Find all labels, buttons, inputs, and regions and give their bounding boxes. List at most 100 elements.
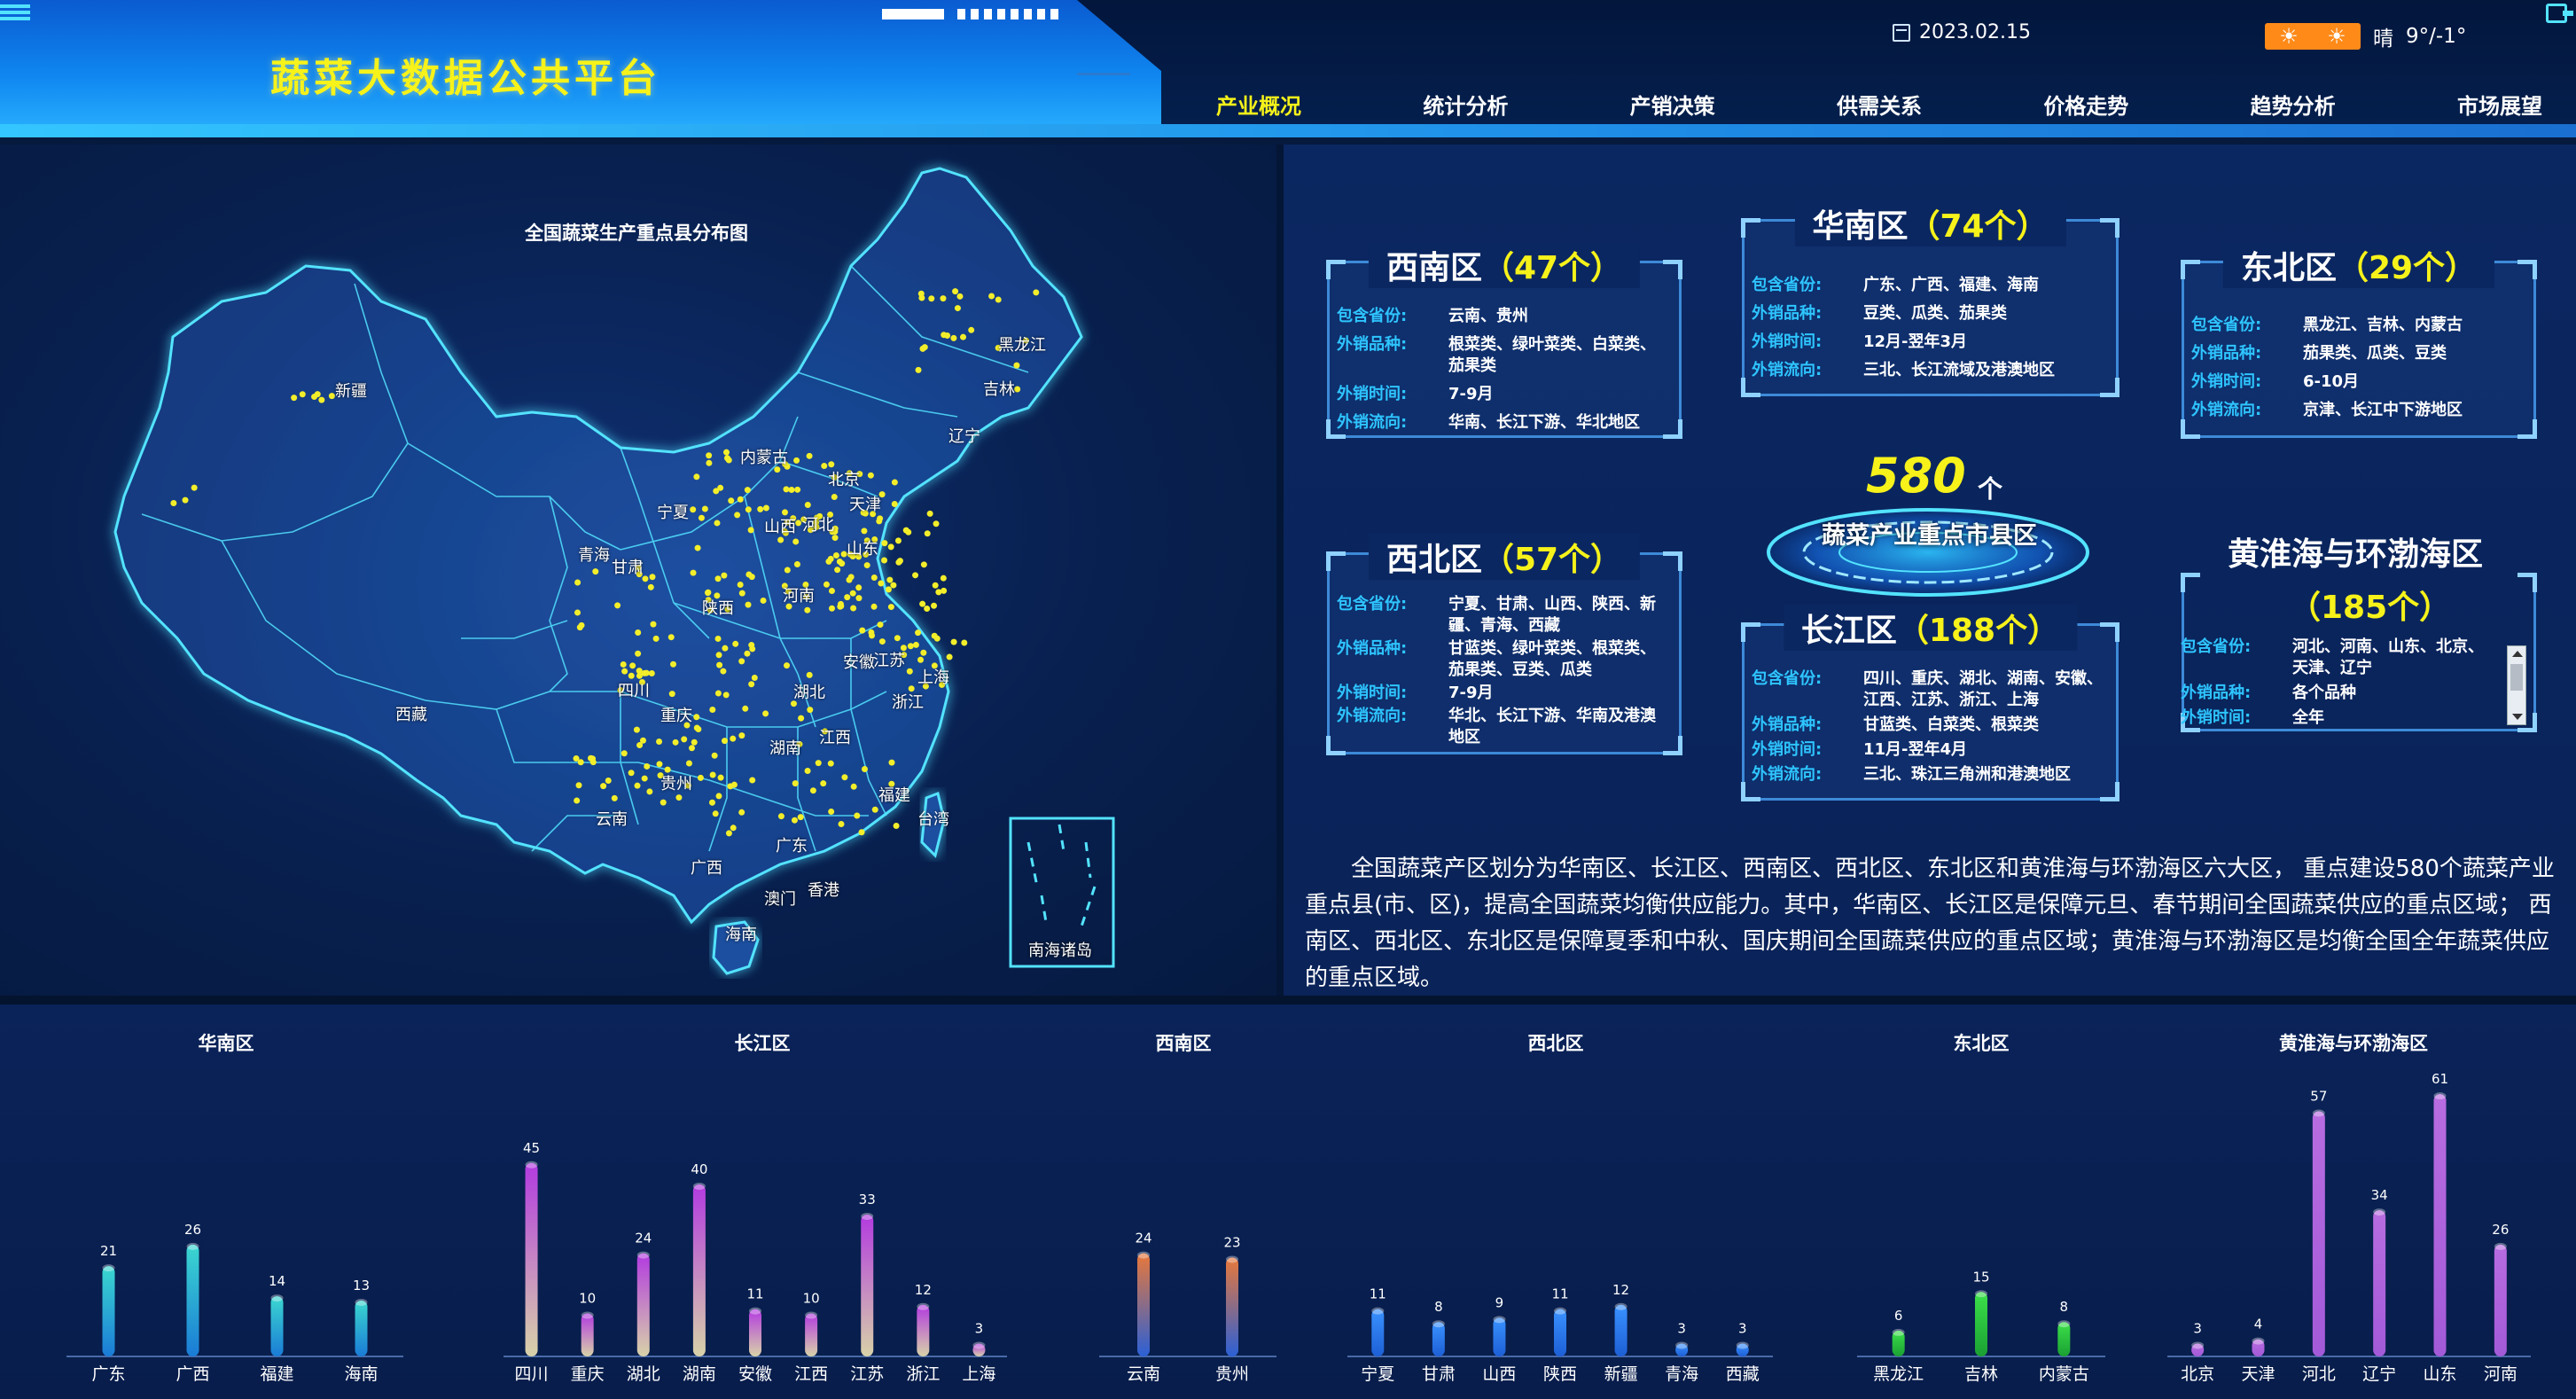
- chart-title: 东北区: [1954, 1033, 2010, 1054]
- chart-bar[interactable]: [1371, 1309, 1385, 1356]
- chart-bar-cap: [186, 1242, 199, 1250]
- chart-value-label: 40: [691, 1161, 707, 1177]
- chart-bar[interactable]: [1614, 1304, 1628, 1356]
- chart-bar-cap: [1226, 1255, 1238, 1263]
- chart-bar[interactable]: [2312, 1111, 2325, 1356]
- chart-category-label: 四川: [515, 1364, 549, 1384]
- chart-title: 西北区: [1528, 1033, 1584, 1054]
- chart-category-label: 湖北: [627, 1364, 660, 1384]
- chart-title: 长江区: [735, 1033, 791, 1054]
- chart-category-label: 湖南: [683, 1364, 716, 1384]
- chart-category-label: 宁夏: [1361, 1364, 1394, 1384]
- chart-value-label: 13: [353, 1278, 370, 1293]
- chart-category-label: 陕西: [1543, 1364, 1577, 1384]
- chart-value-label: 23: [1223, 1234, 1240, 1250]
- chart-value-label: 11: [1370, 1286, 1386, 1302]
- chart-category-label: 山西: [1482, 1364, 1516, 1384]
- chart-bar-cap: [917, 1302, 930, 1310]
- chart-value-label: 8: [2060, 1299, 2069, 1315]
- chart-bar-cap: [861, 1212, 874, 1220]
- chart-bar[interactable]: [581, 1313, 594, 1357]
- chart-bar-cap: [805, 1311, 818, 1319]
- chart-value-label: 6: [1894, 1308, 1903, 1324]
- chart-bar-cap: [2494, 1242, 2507, 1250]
- chart-bar[interactable]: [692, 1184, 706, 1356]
- chart-category-label: 安徽: [738, 1364, 772, 1384]
- chart-bar[interactable]: [1226, 1257, 1238, 1356]
- chart-value-label: 3: [2193, 1320, 2202, 1336]
- chart-title: 华南区: [199, 1033, 254, 1054]
- chart-value-label: 24: [635, 1231, 652, 1247]
- chart-value-label: 8: [1434, 1299, 1443, 1315]
- chart-bar[interactable]: [1493, 1317, 1506, 1356]
- chart-bar[interactable]: [2494, 1244, 2507, 1356]
- chart-category-label: 内蒙古: [2039, 1364, 2089, 1384]
- chart-category-label: 广西: [176, 1364, 209, 1384]
- chart-category-label: 西藏: [1726, 1364, 1760, 1384]
- chart-value-label: 34: [2371, 1187, 2388, 1203]
- chart-value-label: 26: [184, 1222, 201, 1238]
- chart-value-label: 14: [269, 1273, 285, 1289]
- chart-bar-cap: [525, 1161, 538, 1168]
- chart-bar[interactable]: [186, 1244, 199, 1356]
- chart-value-label: 10: [803, 1291, 820, 1307]
- chart-bar[interactable]: [270, 1296, 284, 1356]
- chart-bar-cap: [2373, 1208, 2386, 1216]
- chart-category-label: 吉林: [1964, 1364, 1998, 1384]
- chart-bar-cap: [749, 1307, 761, 1315]
- chart-bar-cap: [1675, 1341, 1689, 1349]
- chart-bar[interactable]: [525, 1162, 538, 1356]
- chart-value-label: 3: [1677, 1320, 1686, 1336]
- chart-bar[interactable]: [2373, 1210, 2386, 1356]
- chart-bar-cap: [1493, 1316, 1506, 1324]
- chart-bar[interactable]: [1975, 1292, 1987, 1356]
- chart-bar-cap: [1432, 1320, 1445, 1328]
- chart-bar[interactable]: [636, 1253, 650, 1356]
- chart-bar[interactable]: [917, 1304, 930, 1356]
- chart-category-label: 河北: [2302, 1364, 2336, 1384]
- chart-value-label: 3: [1738, 1320, 1747, 1336]
- chart-value-label: 33: [859, 1192, 876, 1208]
- chart-category-label: 山东: [2423, 1364, 2456, 1384]
- chart-bar-cap: [1736, 1341, 1749, 1349]
- chart-category-label: 青海: [1665, 1364, 1698, 1384]
- chart-bar[interactable]: [861, 1214, 874, 1356]
- chart-value-label: 3: [975, 1320, 984, 1336]
- chart-category-label: 福建: [260, 1364, 293, 1384]
- chart-value-label: 15: [1972, 1269, 1989, 1285]
- chart-value-label: 4: [2254, 1317, 2263, 1333]
- chart-bar-cap: [1371, 1307, 1385, 1315]
- chart-title: 黄淮海与环渤海区: [2279, 1033, 2428, 1054]
- chart-bar-cap: [972, 1341, 986, 1349]
- chart-value-label: 9: [1495, 1294, 1504, 1310]
- chart-category-label: 上海: [962, 1364, 995, 1384]
- chart-bar[interactable]: [355, 1300, 368, 1356]
- chart-bar-cap: [692, 1183, 706, 1190]
- chart-category-label: 河南: [2484, 1364, 2517, 1384]
- chart-bar-cap: [1975, 1290, 1987, 1298]
- chart-category-label: 江苏: [850, 1364, 884, 1384]
- chart-title: 西南区: [1156, 1033, 1212, 1054]
- chart-value-label: 24: [1135, 1231, 1151, 1247]
- chart-category-label: 贵州: [1215, 1364, 1249, 1384]
- chart-category-label: 辽宁: [2362, 1364, 2396, 1384]
- chart-bar-cap: [2312, 1109, 2325, 1117]
- chart-bar[interactable]: [805, 1313, 818, 1357]
- chart-bar-cap: [102, 1264, 115, 1272]
- chart-bar-cap: [1137, 1251, 1150, 1259]
- chart-value-label: 11: [746, 1286, 763, 1302]
- chart-bar-cap: [270, 1294, 284, 1302]
- chart-value-label: 12: [1612, 1282, 1629, 1298]
- chart-bar[interactable]: [749, 1309, 761, 1356]
- chart-category-label: 浙江: [906, 1364, 940, 1384]
- chart-bar-cap: [1892, 1328, 1905, 1336]
- chart-category-label: 重庆: [571, 1364, 605, 1384]
- chart-bar-cap: [1554, 1307, 1566, 1315]
- chart-bar[interactable]: [102, 1266, 115, 1356]
- chart-bar[interactable]: [2433, 1094, 2447, 1356]
- chart-value-label: 57: [2310, 1089, 2327, 1105]
- chart-bar[interactable]: [1554, 1309, 1566, 1356]
- chart-bar-cap: [2191, 1341, 2205, 1349]
- chart-bar-cap: [636, 1251, 650, 1259]
- chart-bar[interactable]: [1137, 1253, 1150, 1356]
